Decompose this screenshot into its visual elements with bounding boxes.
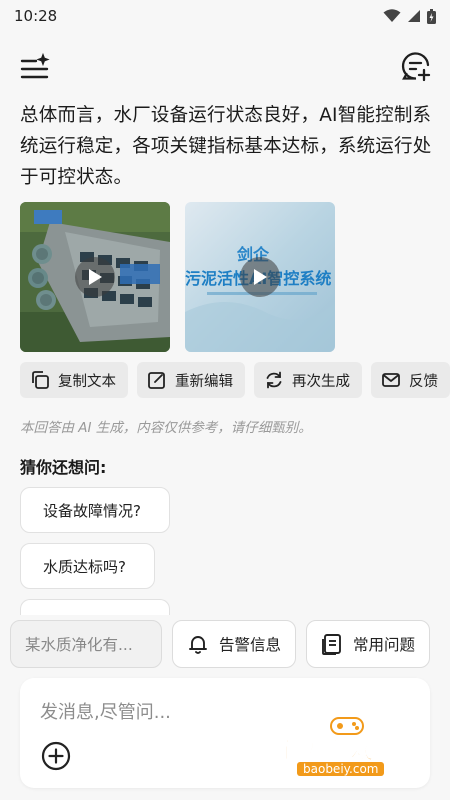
suggested-question[interactable]: 水质达标吗? (20, 543, 155, 589)
status-time: 10:28 (14, 7, 58, 25)
refresh-icon (266, 371, 282, 389)
signal-icon (408, 10, 420, 22)
status-bar: 10:28 (0, 0, 450, 32)
faq-button[interactable]: 常用问题 (306, 620, 430, 668)
mail-icon (382, 373, 400, 387)
play-button[interactable] (240, 257, 280, 297)
copy-text-label: 复制文本 (58, 373, 116, 390)
play-icon (254, 269, 267, 285)
ai-answer-text: 总体而言，水厂设备运行状态良好，AI智能控制系统运行稳定，各项关键指标基本达标，… (20, 105, 432, 188)
suggested-question[interactable]: 设备故障情况? (20, 487, 170, 533)
copy-icon (32, 371, 49, 389)
copy-text-button[interactable]: 复制文本 (20, 362, 128, 398)
watermark-url: baobeiy.com (297, 762, 385, 776)
faq-label: 常用问题 (352, 636, 415, 654)
new-chat-button[interactable] (400, 50, 432, 82)
answer-actions: 复制文本 重新编辑 再次生成 反馈 (20, 362, 450, 398)
quick-chip-plant[interactable]: 某水质净化有... (10, 620, 162, 668)
quick-actions-row: 某水质净化有... 告警信息 常用问题 (10, 620, 450, 668)
system-icons (383, 8, 436, 24)
bell-icon (189, 636, 207, 654)
ai-disclaimer: 本回答由 AI 生成，内容仅供参考，请仔细甄别。 (20, 420, 312, 436)
plus-circle-icon (41, 741, 71, 771)
play-button[interactable] (75, 257, 115, 297)
menu-button[interactable] (20, 52, 50, 82)
re-edit-label: 重新编辑 (175, 373, 233, 390)
suggested-questions-title: 猜你还想问: (20, 458, 107, 477)
menu-sparkle-icon (20, 52, 50, 79)
battery-icon (427, 8, 436, 24)
re-edit-button[interactable]: 重新编辑 (137, 362, 245, 398)
regenerate-label: 再次生成 (292, 373, 350, 390)
feedback-label: 反馈 (409, 373, 438, 390)
watermark-text: 宝贝游戏网 (275, 736, 400, 765)
regenerate-button[interactable]: 再次生成 (254, 362, 362, 398)
edit-icon (148, 372, 165, 389)
video-thumbnail-plant[interactable] (20, 202, 170, 352)
top-bar (0, 46, 450, 86)
site-watermark: 宝贝游戏网 baobeiy.com (275, 712, 425, 784)
video-thumbnail-system[interactable]: 剑企 污泥活性AI智控系统 (185, 202, 335, 352)
quick-chip-plant-label: 某水质净化有... (25, 636, 133, 654)
play-icon (89, 269, 102, 285)
wifi-icon (383, 9, 401, 22)
feedback-button[interactable]: 反馈 (371, 362, 450, 398)
message-input[interactable]: 发消息,尽管问... (40, 698, 171, 724)
add-attachment-button[interactable] (40, 740, 72, 772)
alarm-info-button[interactable]: 告警信息 (172, 620, 296, 668)
document-icon (322, 634, 341, 655)
new-chat-icon (401, 52, 431, 82)
suggested-question-partial[interactable] (20, 599, 170, 615)
alarm-info-label: 告警信息 (218, 636, 281, 654)
